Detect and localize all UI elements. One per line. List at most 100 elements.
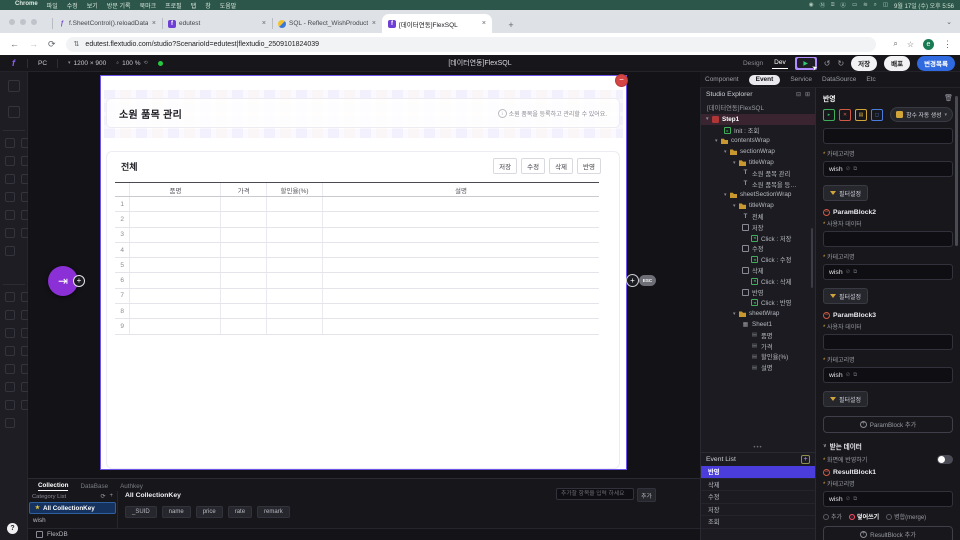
clear-icon[interactable]: ⊘ [846,496,851,502]
mode-tab[interactable]: Etc [866,76,875,83]
sheet-section-card[interactable]: 전체 저장 수정 삭제 반영 품명 가격 할인율(%) 설명 1 2 3 4 5… [106,151,620,469]
user-data-input[interactable] [823,128,953,144]
changelist-button[interactable]: 변경목록 [917,55,955,71]
remove-block-icon[interactable]: − [823,209,830,216]
tree-item[interactable]: Click : 반영 [701,298,815,309]
reload-icon[interactable]: ⟳ [48,39,56,50]
sheet-cell[interactable] [130,242,222,258]
menubar-item[interactable]: 파일 [47,1,58,10]
component-tool-icon[interactable] [5,192,15,202]
sheet-cell[interactable] [323,319,599,333]
sheet-cell[interactable] [221,212,267,227]
preview-play-button[interactable]: ▶ ➤ [794,56,819,72]
auto-generate-function-button[interactable]: 함수 자동 생성 ▾ [890,107,953,122]
widget-tool-icon[interactable] [5,364,15,374]
sheet-cell[interactable] [267,242,324,258]
add-flow-left-button[interactable]: + [73,275,85,287]
site-settings-icon[interactable]: ⇅ [74,40,80,48]
props-scrollbar[interactable] [955,96,958,246]
sheet-row[interactable]: 5 [115,258,599,274]
sheet-cell[interactable] [323,212,599,226]
crud-button[interactable]: 저장 [493,158,518,174]
copy-icon[interactable]: ⧉ [853,166,857,173]
sheet-cell[interactable] [267,197,324,212]
sheet-cell[interactable] [221,288,267,304]
tree-item[interactable]: 저장 [701,222,815,233]
sheet-cell[interactable] [221,304,267,319]
event-list-item[interactable]: 조회 [701,516,815,529]
sheet-cell[interactable] [221,242,267,258]
tree-caret-icon[interactable]: ▾ [724,149,730,155]
collapse-tree-icon[interactable]: ⊟ [796,91,801,98]
layout-tool-icon[interactable] [8,80,20,92]
display-icon[interactable]: ⌸ [831,2,834,9]
profile-avatar[interactable]: e [923,38,934,50]
sheet-cell[interactable] [323,258,599,272]
remove-block-icon[interactable]: − [823,312,830,319]
save-button[interactable]: 저장 [851,55,878,71]
sheet-cell[interactable] [221,273,267,288]
record-icon[interactable]: ◉ [809,2,814,8]
category-input[interactable]: wish ⊘ ⧉ [823,161,953,177]
help-button[interactable]: ? [7,523,18,534]
menubar-item[interactable]: 보기 [87,1,98,10]
component-tool-icon[interactable] [5,156,15,166]
sheet-cell[interactable] [267,273,324,288]
menubar-item[interactable]: Chrome [15,1,38,10]
user-data-input[interactable] [823,231,953,247]
spotlight-icon[interactable]: ⌕ [874,2,877,9]
browser-menu-icon[interactable]: ⋮ [943,39,952,50]
panel-resize-handle[interactable]: ••• [701,445,815,451]
tree-item[interactable]: ▾ Step1 [701,114,815,125]
tree-item[interactable]: Sheet1 [701,319,815,330]
sheet-row[interactable]: 8 [115,304,599,320]
back-icon[interactable]: ← [10,39,19,49]
tree-item[interactable]: 설명 [701,362,815,373]
sheet-row[interactable]: 3 [115,227,599,243]
container-tool-icon[interactable] [8,106,20,118]
category-item[interactable]: ★ All CollectionKey [29,502,116,514]
tree-item[interactable]: ▾ sheetWrap [701,308,815,319]
radio-option[interactable]: 추가 [823,512,842,521]
title-card[interactable]: 소원 품목 관리 i 소원 품목을 등록하고 관리할 수 있어요. [106,98,620,128]
sheet-cell[interactable] [267,212,324,227]
tree-options-icon[interactable]: ⊞ [805,91,810,98]
tree-item[interactable]: ▾ sectionWrap [701,146,815,157]
add-field-button[interactable]: 추가 [637,488,656,502]
sheet-cell[interactable] [323,243,599,257]
add-param-block-button[interactable]: + ParamBlock 추가 [823,416,953,433]
crud-button[interactable]: 삭제 [549,158,574,174]
tab-design[interactable]: Design [741,58,765,69]
url-bar[interactable]: ⇅ edutest.flextudio.com/studio?ScenarioI… [65,36,876,52]
tree-item[interactable]: ▾ contentsWrap [701,136,815,147]
sheet-cell[interactable] [130,273,222,288]
user-data-input[interactable] [823,334,953,350]
sheet-cell[interactable] [221,197,267,212]
widget-tool-icon[interactable] [5,328,15,338]
sheet-cell[interactable] [221,227,267,242]
component-tool-icon[interactable] [5,210,15,220]
widget-tool-icon[interactable] [5,382,15,392]
field-chip[interactable]: name [161,506,191,518]
mode-tab[interactable]: Component [705,76,739,83]
field-chip[interactable]: price [195,506,223,518]
component-tool-icon[interactable] [5,138,15,148]
control-center-icon[interactable]: ◫ [883,2,888,8]
sheet-cell[interactable] [130,258,222,273]
tab-search-icon[interactable]: ⌄ [946,18,952,26]
event-type-yellow-icon[interactable]: ▤ [855,108,867,121]
menubar-item[interactable]: 수정 [67,1,78,10]
sheet-cell[interactable] [323,289,599,303]
tree-item[interactable]: ▾ sheetSectionWrap [701,190,815,201]
remove-block-icon[interactable]: − [823,469,830,476]
tree-item[interactable]: 수정 [701,244,815,255]
widget-tool-icon[interactable] [5,346,15,356]
forward-icon[interactable]: → [29,39,38,49]
sheet-row[interactable]: 1 [115,197,599,213]
widget-tool-icon[interactable] [5,292,15,302]
radio-option[interactable]: 병합(merge) [886,512,926,521]
tree-item[interactable]: 가격 [701,341,815,352]
event-type-green-icon[interactable]: ▸ [823,108,835,121]
param-block-header[interactable]: − ParamBlock2 [823,209,953,216]
tree-item[interactable]: 소원 품목 관리 [701,168,815,179]
